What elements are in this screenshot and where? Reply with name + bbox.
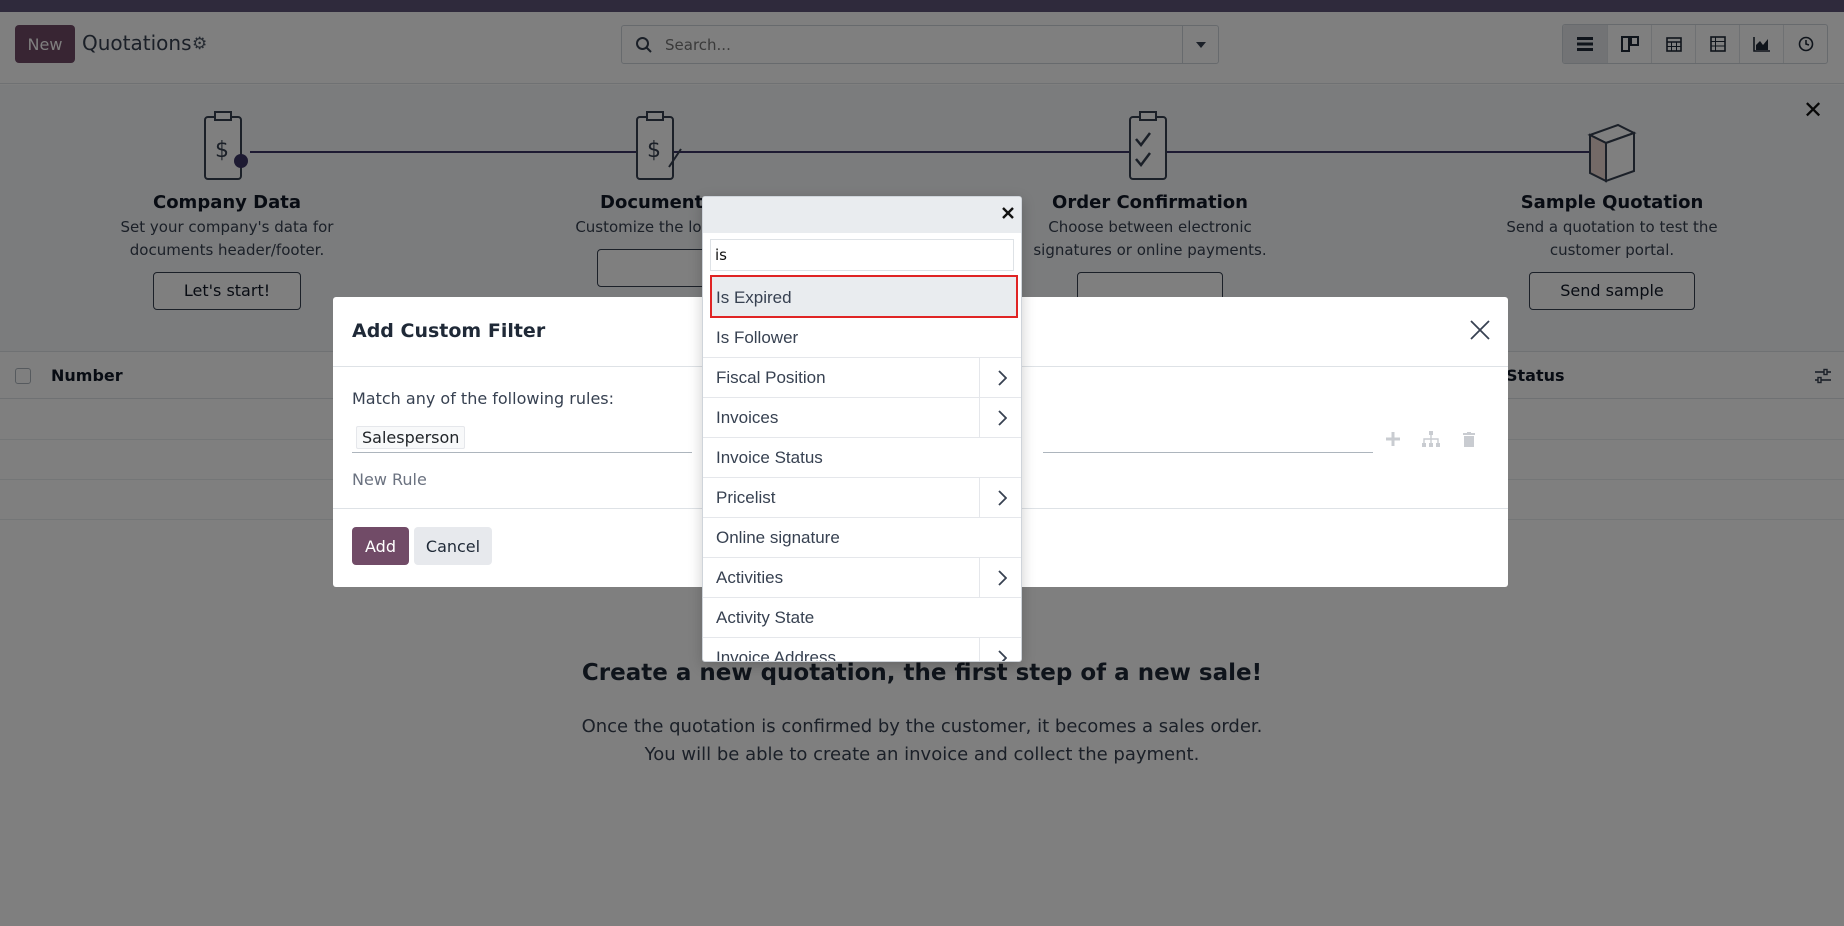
rule-field-path[interactable]: Salesperson [352,423,692,453]
chevron-right-icon[interactable] [979,398,1021,437]
field-label: Activities [716,568,784,587]
field-label: Fiscal Position [716,368,826,387]
rule-value-field[interactable] [1043,452,1373,453]
field-option-invoices[interactable]: Invoices [703,398,1021,438]
field-list: Is Expired Is Follower Fiscal Position I… [703,275,1021,662]
match-rules-text: Match any of the following rules: [352,389,615,408]
popover-header [703,197,1021,233]
new-rule-link[interactable]: New Rule [352,470,427,489]
chevron-right-icon[interactable] [979,478,1021,517]
rule-actions [1381,427,1481,451]
trash-icon[interactable] [1457,427,1481,451]
add-button[interactable]: Add [352,527,409,565]
add-rule-icon[interactable] [1381,427,1405,451]
field-option-is-follower[interactable]: Is Follower [703,318,1021,358]
field-option-is-expired[interactable]: Is Expired [710,275,1018,318]
field-option-invoice-address[interactable]: Invoice Address [703,638,1021,662]
close-icon[interactable] [1001,206,1015,220]
cancel-button[interactable]: Cancel [414,527,492,565]
field-label: Is Expired [716,288,792,307]
modal-title: Add Custom Filter [352,320,546,342]
add-branch-icon[interactable] [1419,427,1443,451]
field-label: Invoices [716,408,779,427]
chevron-right-icon[interactable] [979,358,1021,397]
chevron-right-icon[interactable] [979,558,1021,597]
field-search-input[interactable] [710,239,1014,271]
field-option-pricelist[interactable]: Pricelist [703,478,1021,518]
close-icon[interactable] [1469,319,1491,341]
field-option-activity-state[interactable]: Activity State [703,598,1021,638]
field-tag: Salesperson [356,426,466,449]
field-option-online-signature[interactable]: Online signature [703,518,1021,558]
field-label: Online signature [716,528,840,547]
field-label: Invoice Address [716,648,837,662]
field-label: Invoice Status [716,448,823,467]
field-selector-popover: Is Expired Is Follower Fiscal Position I… [702,196,1022,662]
chevron-right-icon[interactable] [979,638,1021,661]
field-option-invoice-status[interactable]: Invoice Status [703,438,1021,478]
field-option-activities[interactable]: Activities [703,558,1021,598]
field-label: Pricelist [716,488,776,507]
field-label: Activity State [716,608,815,627]
field-label: Is Follower [716,328,799,347]
field-option-fiscal-position[interactable]: Fiscal Position [703,358,1021,398]
